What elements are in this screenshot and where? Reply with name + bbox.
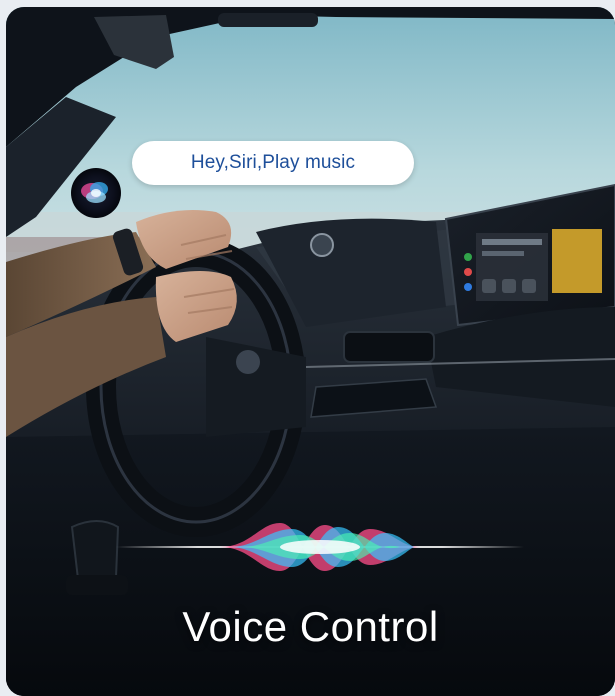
product-image-card: Hey,Siri,Play music Voice Control xyxy=(6,7,615,696)
car-interior-photo xyxy=(6,7,615,696)
voice-command-text: Hey,Siri,Play music xyxy=(190,152,356,173)
siri-orb-icon xyxy=(71,168,121,218)
voice-waveform-icon xyxy=(220,523,420,571)
feature-title: Voice Control xyxy=(182,603,439,650)
voice-command-bubble: Hey,Siri,Play music xyxy=(132,141,414,185)
